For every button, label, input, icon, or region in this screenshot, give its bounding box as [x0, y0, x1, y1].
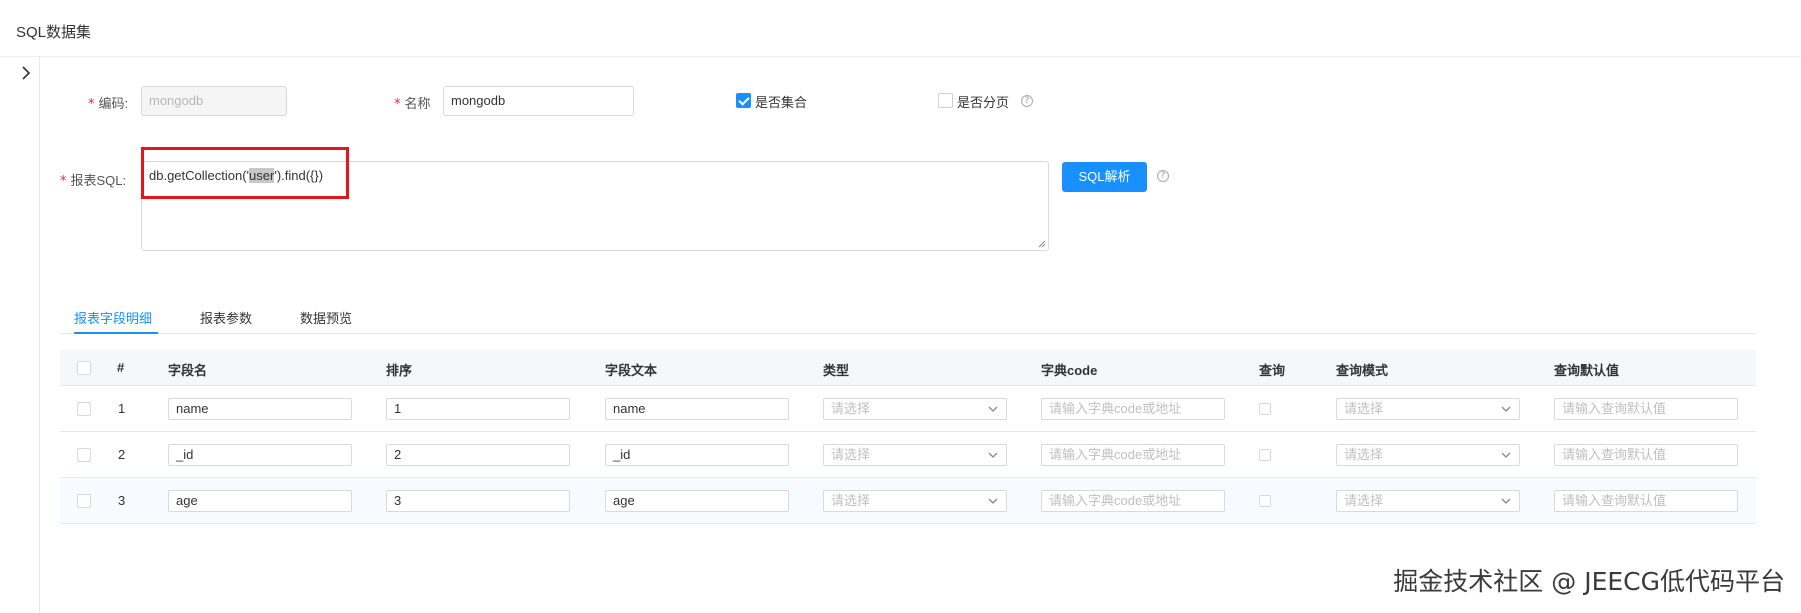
code-input[interactable]: mongodb [141, 86, 287, 116]
default-value-input[interactable]: 请输入查询默认值 [1554, 398, 1738, 420]
field-name-input[interactable]: _id [168, 444, 352, 466]
column-header: 查询模式 [1336, 363, 1389, 378]
page-title: SQL数据集 [16, 24, 92, 41]
name-input[interactable]: mongodb [443, 86, 634, 116]
table-header: # 字段名 排序 字段文本 类型 字典code 查询 查询模式 查询默认值 [60, 350, 1756, 386]
query-mode-select[interactable]: 请选择 [1336, 398, 1520, 420]
required-mark: * [394, 97, 401, 112]
default-value-input[interactable]: 请输入查询默认值 [1554, 444, 1738, 466]
row-number: 3 [118, 493, 126, 508]
chevron-down-icon [988, 406, 998, 412]
row-checkbox[interactable] [77, 448, 91, 462]
field-text-input[interactable]: age [605, 490, 789, 512]
type-select[interactable]: 请选择 [823, 444, 1007, 466]
type-select[interactable]: 请选择 [823, 490, 1007, 512]
chevron-down-icon [1501, 406, 1511, 412]
column-header: # [117, 360, 125, 375]
name-label: * 名称 [394, 96, 431, 112]
field-name-input[interactable]: name [168, 398, 352, 420]
code-label: * 编码: [88, 96, 129, 112]
column-header: 排序 [386, 363, 413, 378]
query-mode-select[interactable]: 请选择 [1336, 490, 1520, 512]
type-select[interactable]: 请选择 [823, 398, 1007, 420]
column-header: 字段文本 [605, 363, 658, 378]
type-select-placeholder: 请选择 [831, 493, 871, 508]
query-mode-placeholder: 请选择 [1344, 493, 1384, 508]
is-paging-checkbox[interactable] [938, 93, 953, 108]
order-input[interactable]: 1 [386, 398, 570, 420]
dict-code-input[interactable]: 请输入字典code或地址 [1041, 398, 1225, 420]
row-number: 1 [118, 401, 126, 416]
type-select-placeholder: 请选择 [831, 447, 871, 462]
select-all-checkbox[interactable] [77, 361, 91, 375]
table-row: 3 age 3 age 请选择 请输入字典code或地址 请选择 请输入查询默认… [60, 478, 1756, 524]
table-row: 2 _id 2 _id 请选择 请输入字典code或地址 请选择 请输入查询默认… [60, 432, 1756, 478]
default-value-input[interactable]: 请输入查询默认值 [1554, 490, 1738, 512]
tab-field-details[interactable]: 报表字段明细 [74, 308, 152, 327]
is-collection-label: 是否集合 [755, 95, 808, 110]
dict-code-input[interactable]: 请输入字典code或地址 [1041, 444, 1225, 466]
watermark-text: 掘金技术社区 @ JEECG低代码平台 [1393, 567, 1785, 596]
row-number: 2 [118, 447, 126, 462]
query-mode-placeholder: 请选择 [1344, 401, 1384, 416]
required-mark: * [60, 174, 67, 189]
column-header: 查询默认值 [1554, 363, 1620, 378]
type-select-placeholder: 请选择 [831, 401, 871, 416]
field-text-input[interactable]: name [605, 398, 789, 420]
tab-report-params[interactable]: 报表参数 [200, 308, 252, 327]
table-row: 1 name 1 name 请选择 请输入字典code或地址 请选择 请输入查询… [60, 386, 1756, 432]
column-header: 字典code [1041, 363, 1098, 378]
required-mark: * [88, 97, 95, 112]
field-text-input[interactable]: _id [605, 444, 789, 466]
dict-code-input[interactable]: 请输入字典code或地址 [1041, 490, 1225, 512]
resize-grip-icon[interactable] [1038, 240, 1046, 248]
chevron-down-icon [988, 452, 998, 458]
order-input[interactable]: 3 [386, 490, 570, 512]
chevron-right-icon [22, 66, 31, 80]
side-rail [0, 57, 40, 613]
is-collection-checkbox[interactable] [736, 93, 751, 108]
expand-sidebar-button[interactable] [16, 62, 36, 84]
order-input[interactable]: 2 [386, 444, 570, 466]
query-mode-select[interactable]: 请选择 [1336, 444, 1520, 466]
column-header: 字段名 [168, 363, 208, 378]
query-checkbox[interactable] [1259, 495, 1271, 507]
tab-bar: 报表字段明细 报表参数 数据预览 [60, 300, 1756, 334]
column-header: 类型 [823, 363, 850, 378]
chevron-down-icon [988, 498, 998, 504]
annotation-highlight-box [141, 147, 349, 199]
sql-label: * 报表SQL: [60, 173, 127, 189]
sql-parse-button[interactable]: SQL解析 [1062, 162, 1147, 192]
row-checkbox[interactable] [77, 402, 91, 416]
tab-data-preview[interactable]: 数据预览 [300, 308, 352, 327]
row-checkbox[interactable] [77, 494, 91, 508]
chevron-down-icon [1501, 452, 1511, 458]
query-checkbox[interactable] [1259, 403, 1271, 415]
query-checkbox[interactable] [1259, 449, 1271, 461]
is-paging-label: 是否分页 [957, 95, 1010, 110]
tab-active-indicator [74, 332, 158, 334]
page-header: SQL数据集 [0, 0, 1801, 57]
column-header: 查询 [1259, 363, 1286, 378]
query-mode-placeholder: 请选择 [1344, 447, 1384, 462]
sql-help-icon[interactable]: ? [1157, 170, 1169, 182]
paging-help-icon[interactable]: ? [1021, 95, 1033, 107]
chevron-down-icon [1501, 498, 1511, 504]
field-name-input[interactable]: age [168, 490, 352, 512]
